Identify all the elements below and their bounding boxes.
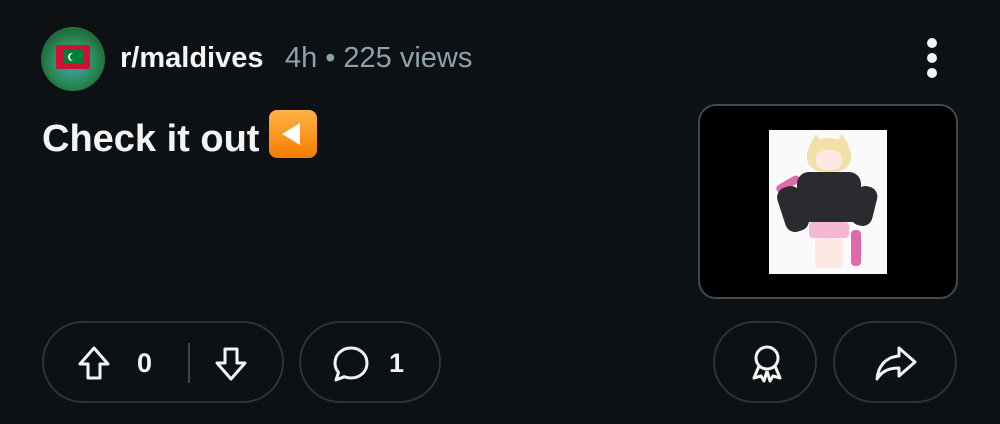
subreddit-avatar[interactable] [41,27,105,91]
meta-separator: • [325,42,336,74]
post-thumbnail[interactable] [698,104,958,299]
comment-button[interactable]: 1 [299,321,441,403]
share-button[interactable] [833,321,957,403]
anime-character-image [769,130,887,274]
award-button[interactable] [713,321,817,403]
speech-bubble-icon [333,346,369,382]
maldives-flag-icon [56,45,90,69]
post-card[interactable]: r/maldives 4h • 225 views Check it out 0… [0,0,1000,424]
comment-count: 1 [389,348,405,378]
subreddit-name[interactable]: r/maldives [120,40,263,76]
vote-control: 0 [42,321,284,403]
vote-count: 0 [137,348,153,378]
post-meta: 4h • 225 views [285,40,472,76]
arrow-down-icon[interactable] [211,344,251,384]
more-dot [927,53,937,63]
more-options-button[interactable] [912,34,952,82]
post-age: 4h [285,42,318,74]
view-count: 225 views [343,42,473,74]
vote-divider [188,343,190,383]
more-vertical-icon [927,38,937,48]
post-title[interactable]: Check it out [42,110,318,163]
post-title-text: Check it out [42,118,260,160]
award-ribbon-icon [752,345,782,383]
more-dot [927,68,937,78]
share-arrow-icon [875,346,917,381]
reverse-button-emoji [269,110,318,158]
arrow-up-icon[interactable] [74,343,114,383]
